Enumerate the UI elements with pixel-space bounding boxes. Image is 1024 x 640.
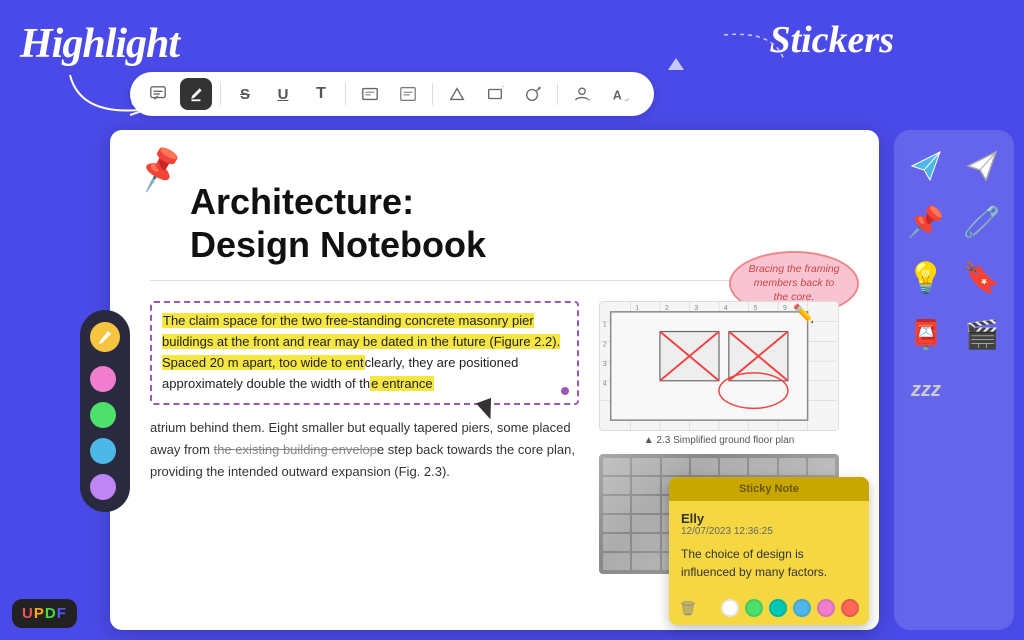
sticker-stamp[interactable]: 📮: [902, 310, 950, 358]
toolbar: S U T: [130, 72, 654, 116]
sticker-pin-green[interactable]: 🧷: [958, 198, 1006, 246]
window-8: [808, 458, 835, 475]
text-button[interactable]: T: [305, 78, 337, 110]
document-title: Architecture: Design Notebook: [190, 180, 839, 266]
svg-text:3: 3: [603, 361, 607, 368]
svg-text:2: 2: [603, 342, 607, 349]
sticky-note-body: Elly 12/07/2023 12:36:25 The choice of d…: [669, 501, 869, 591]
sticky-note-delete-button[interactable]: 🗑: [679, 600, 697, 617]
floor-plan-image: ✏️ 1 2 3 4 1 2 3 4 5 9: [599, 301, 839, 431]
svg-text:1: 1: [603, 322, 607, 329]
highlight-label: Highlight: [20, 20, 179, 68]
triangle-decoration: [668, 58, 684, 70]
svg-text:4: 4: [603, 381, 607, 388]
sticker-pin-red[interactable]: 📌: [902, 198, 950, 246]
rectangle-button[interactable]: [479, 78, 511, 110]
sticky-note-footer: 🗑: [669, 591, 869, 625]
sn-color-teal[interactable]: [769, 599, 787, 617]
sticky-note-author: Elly: [681, 511, 857, 526]
window-17: [603, 496, 630, 513]
divider-1: [220, 83, 221, 105]
svg-text:4: 4: [724, 305, 728, 312]
updf-logo: UPDF: [12, 599, 77, 628]
color-green[interactable]: [90, 402, 116, 428]
sn-color-green[interactable]: [745, 599, 763, 617]
divider-4: [557, 83, 558, 105]
text-align-button[interactable]: [392, 78, 424, 110]
svg-text:✏️: ✏️: [793, 303, 815, 324]
sticky-note-header: Sticky Note: [669, 477, 869, 501]
window-10: [632, 477, 659, 494]
strikethrough-button[interactable]: S: [229, 78, 261, 110]
sticky-note-date: 12/07/2023 12:36:25: [681, 526, 857, 537]
sn-color-red[interactable]: [841, 599, 859, 617]
pencil-tool-button[interactable]: [90, 322, 120, 352]
floor-plan-svg: ✏️ 1 2 3 4 1 2 3 4 5 9: [600, 302, 838, 430]
sticky-note-title: Sticky Note: [739, 483, 799, 495]
sticker-bookmark[interactable]: 🔖: [958, 254, 1006, 302]
window-26: [632, 515, 659, 532]
window-4: [691, 458, 718, 475]
sn-color-blue[interactable]: [793, 599, 811, 617]
sn-color-pink[interactable]: [817, 599, 835, 617]
comment-button[interactable]: [142, 78, 174, 110]
stickers-panel: 📌 🧷 💡 🔖 📮 🎬 zzz: [894, 130, 1014, 630]
user-button[interactable]: [566, 78, 598, 110]
window-42: [632, 553, 659, 570]
svg-text:A: A: [613, 88, 622, 102]
floor-plan-caption: ▲ 2.3 Simplified ground floor plan: [599, 435, 839, 446]
window-3: [662, 458, 689, 475]
window-1: [603, 458, 630, 475]
sticker-idea[interactable]: 💡: [902, 254, 950, 302]
window-34: [632, 534, 659, 551]
window-41: [603, 553, 630, 570]
document-left-column: The claim space for the two free-standin…: [150, 301, 579, 574]
color-purple[interactable]: [90, 474, 116, 500]
underline-button[interactable]: U: [267, 78, 299, 110]
svg-text:9: 9: [783, 305, 787, 312]
color-blue[interactable]: [90, 438, 116, 464]
color-palette: [80, 310, 130, 512]
sticker-clapperboard[interactable]: 🎬: [958, 310, 1006, 358]
window-5: [720, 458, 747, 475]
updf-logo-text: UPDF: [22, 605, 67, 622]
dotted-arc: [714, 30, 794, 70]
divider-2: [345, 83, 346, 105]
svg-text:1: 1: [635, 305, 639, 312]
sn-color-white[interactable]: [721, 599, 739, 617]
window-9: [603, 477, 630, 494]
sticker-paper-plane-2[interactable]: [958, 142, 1006, 190]
sticky-note-text: The choice of design is influenced by ma…: [681, 545, 857, 581]
color-pink[interactable]: [90, 366, 116, 392]
highlighted-text-block: The claim space for the two free-standin…: [150, 301, 579, 404]
font-button[interactable]: A: [604, 78, 636, 110]
highlight-button[interactable]: [180, 78, 212, 110]
sticker-paper-plane-1[interactable]: [902, 142, 950, 190]
window-7: [779, 458, 806, 475]
window-25: [603, 515, 630, 532]
sticker-zzz[interactable]: zzz: [902, 366, 950, 414]
svg-text:3: 3: [694, 305, 698, 312]
oval-button[interactable]: [517, 78, 549, 110]
window-33: [603, 534, 630, 551]
doc-text-normal: atrium behind them. Eight smaller but eq…: [150, 417, 579, 483]
divider-3: [432, 83, 433, 105]
window-18: [632, 496, 659, 513]
text-box-button[interactable]: [354, 78, 386, 110]
svg-text:2: 2: [665, 305, 669, 312]
window-2: [632, 458, 659, 475]
floor-plan-container: Bracing the framing members back to the …: [599, 301, 839, 446]
svg-text:5: 5: [753, 305, 757, 312]
shape-triangle-button[interactable]: [441, 78, 473, 110]
window-6: [749, 458, 776, 475]
pin-icon: 📌: [133, 143, 187, 195]
sticky-note: Sticky Note Elly 12/07/2023 12:36:25 The…: [669, 477, 869, 625]
